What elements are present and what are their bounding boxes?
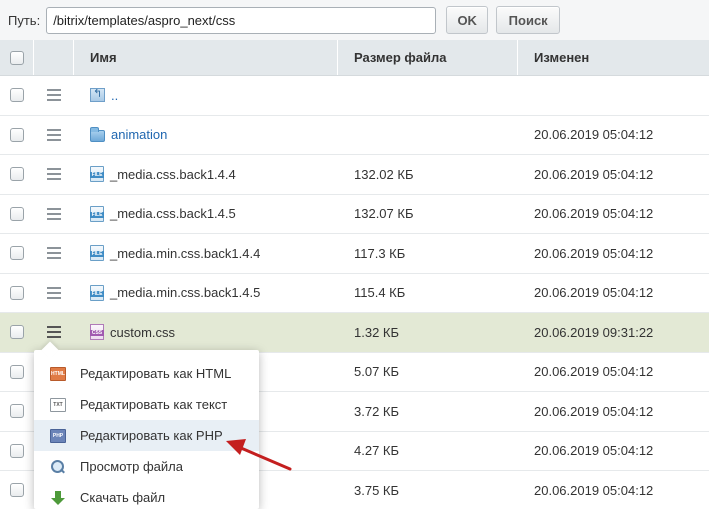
row-menu-icon[interactable] (47, 247, 61, 260)
search-button[interactable]: Поиск (496, 6, 561, 34)
folder-up-icon (90, 87, 105, 103)
menu-item-edit-html[interactable]: HTML Редактировать как HTML (34, 358, 259, 389)
header-menu-cell (34, 40, 74, 75)
file-size: 115.4 КБ (354, 285, 406, 301)
row-menu-icon[interactable] (47, 128, 61, 141)
file-modified: 20.06.2019 05:04:12 (534, 285, 654, 301)
file-size: 4.27 КБ (354, 443, 400, 459)
file-name[interactable]: _media.css.back1.4.5 (110, 206, 236, 221)
row-menu-icon[interactable] (47, 89, 61, 102)
php-file-icon: PHP (50, 428, 66, 443)
file-icon (90, 245, 104, 262)
select-all-checkbox[interactable] (9, 50, 24, 65)
row-checkbox[interactable] (10, 443, 24, 458)
file-modified: 20.06.2019 05:04:12 (534, 403, 654, 419)
ok-button[interactable]: OK (446, 6, 489, 34)
row-checkbox[interactable] (10, 325, 24, 340)
column-header-modified[interactable]: Изменен (518, 40, 709, 75)
table-row[interactable]: _media.css.back1.4.5 132.07 КБ 20.06.201… (0, 194, 709, 234)
txt-file-icon: TXT (50, 397, 66, 412)
row-checkbox[interactable] (10, 483, 24, 498)
magnifier-icon (50, 459, 66, 474)
file-size: 132.02 КБ (354, 166, 414, 182)
file-icon (90, 284, 104, 301)
file-modified (518, 76, 709, 115)
row-checkbox[interactable] (10, 88, 24, 103)
file-name[interactable]: _media.css.back1.4.4 (110, 167, 236, 182)
path-label: Путь: (8, 12, 41, 28)
column-header-name[interactable]: Имя (74, 40, 338, 75)
file-name[interactable]: _media.min.css.back1.4.5 (110, 285, 260, 300)
file-modified: 20.06.2019 09:31:22 (534, 324, 654, 340)
file-modified: 20.06.2019 05:04:12 (534, 166, 654, 182)
menu-item-label: Редактировать как PHP (80, 428, 223, 443)
html-file-icon: HTML (50, 366, 66, 381)
menu-item-view-file[interactable]: Просмотр файла (34, 451, 259, 482)
row-checkbox[interactable] (10, 206, 24, 221)
row-menu-icon[interactable] (47, 168, 61, 181)
file-icon (90, 166, 104, 183)
file-modified: 20.06.2019 05:04:12 (534, 245, 654, 261)
folder-icon (90, 126, 105, 142)
file-modified: 20.06.2019 05:04:12 (534, 364, 654, 380)
column-header-size[interactable]: Размер файла (338, 40, 518, 75)
file-modified: 20.06.2019 05:04:12 (534, 482, 654, 498)
file-size: 5.07 КБ (354, 364, 400, 380)
row-checkbox[interactable] (10, 404, 24, 419)
row-checkbox[interactable] (10, 285, 24, 300)
table-row[interactable]: _media.css.back1.4.4 132.02 КБ 20.06.201… (0, 155, 709, 195)
file-name-link[interactable]: animation (111, 127, 167, 142)
file-name[interactable]: _media.min.css.back1.4.4 (110, 246, 260, 261)
file-size (338, 76, 518, 115)
table-row[interactable]: .. (0, 76, 709, 116)
download-icon (50, 490, 66, 505)
row-checkbox[interactable] (10, 127, 24, 142)
file-size: 3.75 КБ (354, 482, 400, 498)
path-input[interactable] (46, 6, 437, 34)
file-size (338, 116, 518, 155)
menu-item-label: Просмотр файла (80, 459, 183, 474)
file-size: 117.3 КБ (354, 245, 406, 261)
file-size: 1.32 КБ (354, 324, 400, 340)
menu-item-label: Скачать файл (80, 490, 166, 505)
file-size: 3.72 КБ (354, 403, 400, 419)
table-row-selected[interactable]: custom.css 1.32 КБ 20.06.2019 09:31:22 (0, 313, 709, 353)
table-row[interactable]: _media.min.css.back1.4.4 117.3 КБ 20.06.… (0, 234, 709, 274)
file-icon (90, 205, 104, 222)
file-modified: 20.06.2019 05:04:12 (534, 443, 654, 459)
file-size: 132.07 КБ (354, 206, 414, 222)
row-menu-icon[interactable] (47, 286, 61, 299)
menu-item-edit-php[interactable]: PHP Редактировать как PHP (34, 420, 259, 451)
header-checkbox-cell (0, 40, 34, 75)
menu-item-download-file[interactable]: Скачать файл (34, 482, 259, 509)
menu-item-edit-text[interactable]: TXT Редактировать как текст (34, 389, 259, 420)
file-name[interactable]: custom.css (110, 325, 175, 340)
file-modified: 20.06.2019 05:04:12 (534, 127, 654, 143)
row-checkbox[interactable] (10, 246, 24, 261)
table-row[interactable]: _media.min.css.back1.4.5 115.4 КБ 20.06.… (0, 273, 709, 313)
path-bar: Путь: OK Поиск (0, 0, 709, 40)
file-modified: 20.06.2019 05:04:12 (534, 206, 654, 222)
table-row[interactable]: animation 20.06.2019 05:04:12 (0, 115, 709, 155)
row-checkbox[interactable] (10, 167, 24, 182)
css-file-icon (90, 324, 104, 341)
table-header: Имя Размер файла Изменен (0, 40, 709, 76)
menu-item-label: Редактировать как текст (80, 397, 228, 412)
row-menu-icon[interactable] (47, 326, 61, 339)
row-menu-icon[interactable] (47, 207, 61, 220)
row-checkbox[interactable] (10, 364, 24, 379)
menu-item-label: Редактировать как HTML (80, 366, 232, 381)
file-context-menu: HTML Редактировать как HTML TXT Редактир… (34, 350, 259, 509)
file-name-link[interactable]: .. (111, 88, 118, 103)
